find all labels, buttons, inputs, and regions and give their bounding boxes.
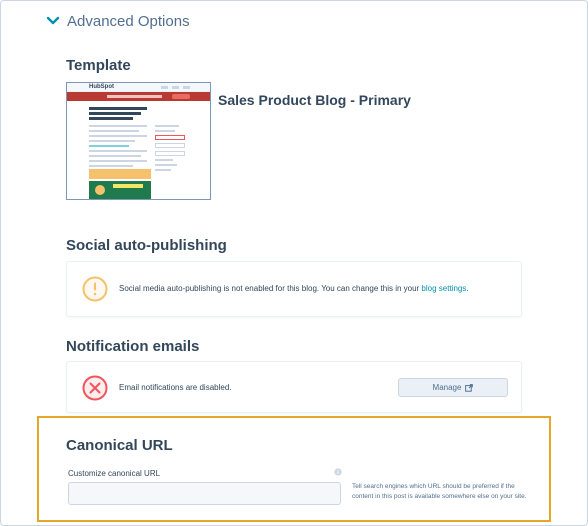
canonical-url-input[interactable] (68, 482, 341, 505)
template-heading: Template (66, 57, 131, 74)
thumbnail-logo: HubSpot (89, 84, 114, 90)
blog-settings-link[interactable]: blog settings (421, 284, 466, 293)
chevron-down-icon (46, 16, 60, 25)
template-name: Sales Product Blog - Primary (218, 92, 411, 108)
template-thumbnail[interactable]: HubSpot (66, 82, 211, 200)
social-alert-message: Social media auto-publishing is not enab… (119, 284, 469, 293)
manage-button-label: Manage (432, 383, 462, 392)
info-icon[interactable] (334, 468, 342, 476)
warning-icon (82, 276, 108, 302)
notifications-message: Email notifications are disabled. (119, 383, 232, 392)
canonical-url-section: Canonical URL Customize canonical URL Te… (37, 416, 551, 522)
error-x-icon (82, 375, 108, 401)
canonical-heading: Canonical URL (66, 437, 173, 454)
notifications-heading: Notification emails (66, 338, 200, 355)
canonical-help-text: Tell search engines which URL should be … (352, 483, 527, 500)
advanced-options-toggle[interactable]: Advanced Options (45, 11, 190, 31)
advanced-options-panel: Advanced Options Template HubSpot Sales … (0, 0, 588, 526)
advanced-options-label: Advanced Options (67, 12, 190, 30)
external-link-icon (465, 383, 474, 392)
social-heading: Social auto-publishing (66, 237, 227, 254)
manage-button[interactable]: Manage (398, 378, 508, 397)
canonical-field-label: Customize canonical URL (68, 469, 161, 478)
notifications-alert-card: Email notifications are disabled. Manage (66, 361, 522, 413)
social-alert-card: Social media auto-publishing is not enab… (66, 261, 522, 317)
